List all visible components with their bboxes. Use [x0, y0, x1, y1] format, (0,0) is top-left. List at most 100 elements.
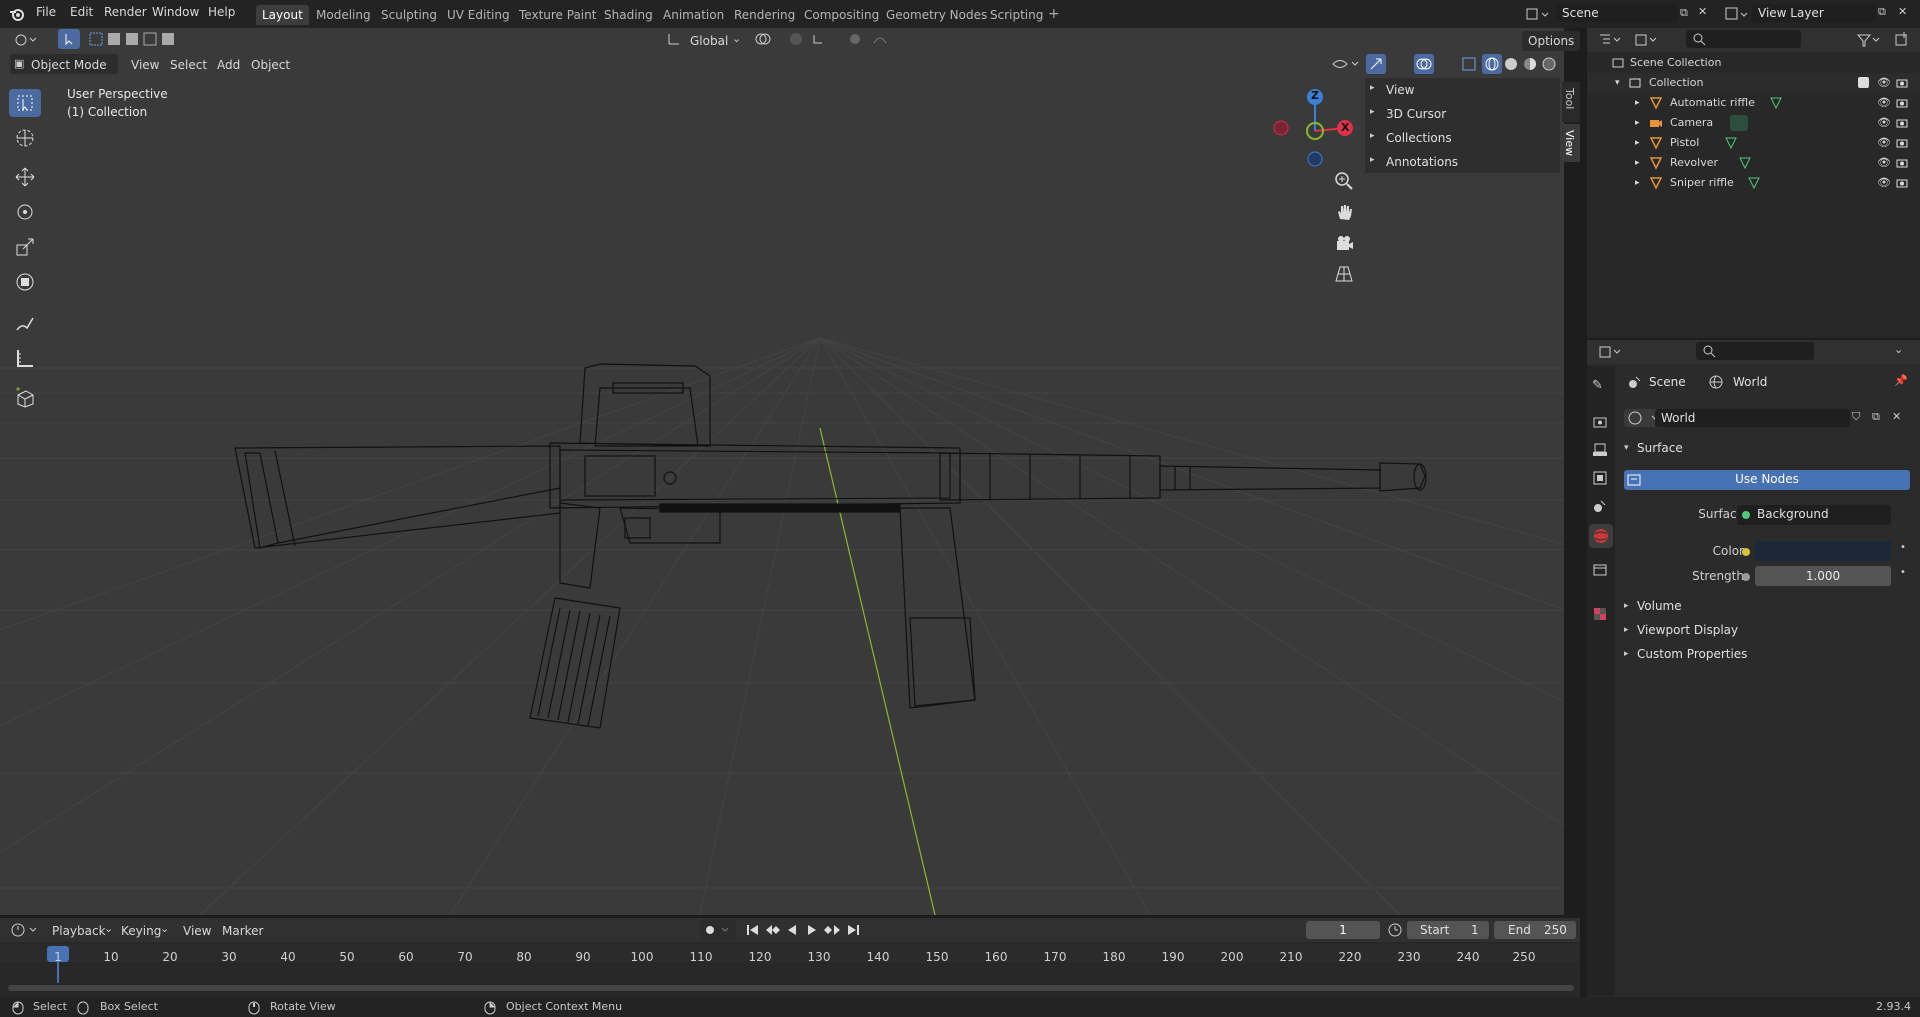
options-button[interactable]: Options — [1522, 31, 1581, 51]
pivot-icon[interactable] — [754, 31, 782, 47]
tool-tab-icon[interactable]: ✎ — [1592, 378, 1603, 393]
world-tab-icon[interactable] — [1589, 524, 1613, 548]
material-shading-icon[interactable] — [1522, 56, 1538, 72]
preview-range-icon[interactable] — [1387, 922, 1403, 938]
outliner-item-revolver[interactable]: ▸ Revolver 👁 — [1587, 153, 1920, 173]
transform-orientation[interactable]: Global — [690, 31, 728, 51]
item-render-icon[interactable] — [1896, 177, 1908, 189]
menu-file[interactable]: File — [34, 5, 58, 19]
outliner-collection[interactable]: ▾ Collection 👁 — [1587, 73, 1920, 93]
expand-viewport-display-icon[interactable]: ▸ — [1624, 625, 1629, 635]
jump-keyframe-forward-button[interactable] — [822, 921, 842, 939]
outliner-type-icon[interactable] — [1598, 32, 1624, 48]
scene-selector-icon[interactable] — [1524, 5, 1552, 23]
world-color-swatch[interactable] — [1755, 541, 1891, 561]
expand-item-icon[interactable]: ▸ — [1635, 153, 1640, 173]
custom-properties-panel-header[interactable]: Custom Properties — [1637, 647, 1747, 661]
strength-keyframe-icon[interactable]: • — [1900, 567, 1906, 578]
menu-help[interactable]: Help — [206, 5, 237, 19]
display-mode-icon[interactable] — [1634, 32, 1660, 48]
properties-type-icon[interactable] — [1598, 344, 1624, 360]
npanel-collections[interactable]: Collections — [1386, 131, 1452, 145]
collapse-collection-icon[interactable]: ▾ — [1615, 73, 1620, 93]
annotate-tool-icon[interactable] — [9, 310, 41, 338]
current-frame-field[interactable]: 1 — [1306, 921, 1380, 939]
expand-cursor-icon[interactable]: ▸ — [1370, 107, 1375, 117]
outliner-item-camera[interactable]: ▸ Camera 👁 — [1587, 113, 1920, 133]
item-visibility-icon[interactable]: 👁 — [1877, 173, 1891, 193]
wireframe-shading-icon[interactable] — [1482, 54, 1502, 74]
fake-user-icon[interactable]: ⛉ — [1852, 410, 1860, 424]
orientation-dropdown-icon[interactable]: ⌄ — [732, 32, 741, 45]
collection-visibility-icon[interactable]: 👁 — [1877, 73, 1891, 93]
properties-search-input[interactable] — [1696, 342, 1814, 360]
expand-item-icon[interactable]: ▸ — [1635, 173, 1640, 193]
timeline-menu-view[interactable]: View — [183, 921, 211, 941]
viewport-menu-select[interactable]: Select — [170, 55, 207, 75]
item-visibility-icon[interactable]: 👁 — [1877, 113, 1891, 133]
tab-compositing[interactable]: Compositing — [798, 5, 885, 25]
npanel-annotations[interactable]: Annotations — [1386, 155, 1458, 169]
output-tab-icon[interactable] — [1592, 442, 1608, 458]
keying-dropdown-icon[interactable]: ⌄ — [160, 922, 169, 935]
add-cube-tool-icon[interactable] — [9, 384, 41, 412]
expand-volume-icon[interactable]: ▸ — [1624, 601, 1629, 611]
menu-render[interactable]: Render — [102, 5, 149, 19]
viewport-menu-object[interactable]: Object — [251, 55, 290, 75]
view-layer-field[interactable]: View Layer — [1752, 4, 1876, 22]
outliner-search-input[interactable] — [1686, 30, 1801, 48]
viewport-menu-add[interactable]: Add — [217, 55, 240, 75]
view-layer-icon[interactable] — [1724, 5, 1750, 23]
camera-view-icon[interactable] — [1334, 233, 1354, 253]
collapse-surface-icon[interactable]: ▾ — [1624, 443, 1629, 453]
rotate-tool-icon[interactable] — [9, 198, 41, 226]
expand-item-icon[interactable]: ▸ — [1635, 113, 1640, 133]
scale-tool-icon[interactable] — [9, 233, 41, 261]
expand-view-icon[interactable]: ▸ — [1370, 83, 1375, 93]
filter-icon[interactable] — [1856, 32, 1882, 48]
collection-tab-icon[interactable] — [1592, 562, 1608, 578]
item-render-icon[interactable] — [1896, 97, 1908, 109]
world-name-field[interactable]: World — [1655, 409, 1850, 427]
tab-shading[interactable]: Shading — [598, 5, 659, 25]
select-box-tool[interactable] — [9, 89, 41, 117]
new-collection-icon[interactable] — [1894, 31, 1910, 47]
collection-render-icon[interactable] — [1896, 77, 1908, 89]
tab-scripting[interactable]: Scripting — [984, 5, 1049, 25]
gizmo-toggle-icon[interactable] — [1366, 54, 1386, 74]
close-scene-icon[interactable]: ✕ — [1698, 5, 1707, 18]
viewport-display-panel-header[interactable]: Viewport Display — [1637, 623, 1738, 637]
menu-edit[interactable]: Edit — [68, 5, 95, 19]
object-mode-label[interactable]: Object Mode — [31, 55, 107, 75]
expand-collections-icon[interactable]: ▸ — [1370, 131, 1375, 141]
surface-panel-header[interactable]: Surface — [1637, 441, 1683, 455]
tab-sculpting[interactable]: Sculpting — [375, 5, 443, 25]
visibility-icon[interactable] — [1330, 55, 1362, 73]
tab-modeling[interactable]: Modeling — [310, 5, 377, 25]
expand-annotations-icon[interactable]: ▸ — [1370, 155, 1375, 165]
xray-icon[interactable] — [1460, 54, 1478, 74]
jump-start-button[interactable] — [744, 921, 764, 939]
timeline-menu-keying[interactable]: Keying — [121, 921, 161, 941]
selection-mode-icons[interactable] — [86, 30, 182, 48]
rifle-wireframe[interactable] — [230, 328, 1430, 748]
item-visibility-icon[interactable]: 👁 — [1877, 153, 1891, 173]
tab-texture-paint[interactable]: Texture Paint — [513, 5, 602, 25]
rendered-shading-icon[interactable] — [1541, 56, 1557, 72]
duplicate-world-icon[interactable]: ⧉ — [1872, 410, 1880, 424]
outliner-item-pistol[interactable]: ▸ Pistol 👁 — [1587, 133, 1920, 153]
scene-tab-icon[interactable] — [1592, 498, 1608, 514]
pan-hand-icon[interactable] — [1334, 202, 1354, 222]
editor-type-icon[interactable] — [14, 31, 40, 49]
tab-animation[interactable]: Animation — [657, 5, 730, 25]
jump-keyframe-back-button[interactable] — [764, 921, 784, 939]
item-render-icon[interactable] — [1896, 137, 1908, 149]
timeline-menu-marker[interactable]: Marker — [222, 921, 263, 941]
expand-item-icon[interactable]: ▸ — [1635, 93, 1640, 113]
playback-dropdown-icon[interactable]: ⌄ — [104, 922, 113, 935]
measure-tool-icon[interactable] — [9, 344, 41, 372]
render-tab-icon[interactable] — [1592, 414, 1608, 430]
npanel-view[interactable]: View — [1386, 83, 1414, 97]
unlink-world-icon[interactable]: ✕ — [1892, 410, 1901, 423]
pin-icon[interactable]: 📌 — [1894, 374, 1908, 387]
